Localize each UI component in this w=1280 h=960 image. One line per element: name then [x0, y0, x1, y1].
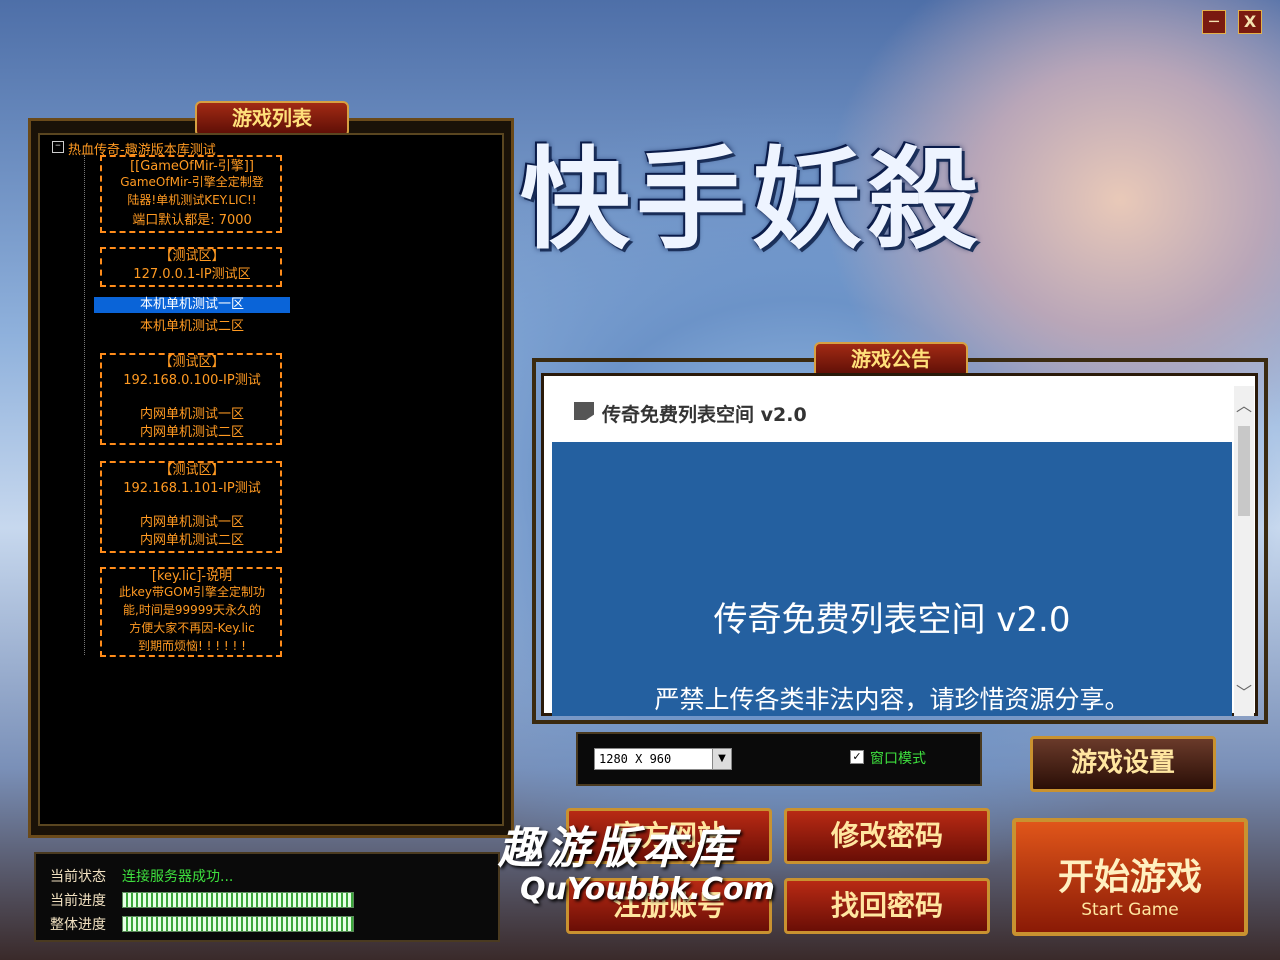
current-progress-label: 当前进度 — [50, 893, 106, 909]
notice-header-text: 传奇免费列表空间 v2.0 — [602, 404, 807, 426]
state-value: 连接服务器成功... — [122, 869, 234, 885]
key-info-line: 方便大家不再因-Key.lic — [129, 621, 255, 635]
group-header: 【测试区】 — [159, 249, 225, 264]
watermark-url: QuYoubbk.Com — [520, 872, 775, 907]
scroll-thumb[interactable] — [1238, 426, 1250, 516]
total-progress-bar — [122, 916, 354, 932]
server-tree[interactable]: − 热血传奇-趣游版本库测试 [[GameOfMir-引擎]] GameOfMi… — [38, 133, 504, 826]
key-info-line: 此key带GOM引擎全定制功 — [118, 585, 266, 599]
bookmark-icon — [574, 402, 594, 420]
group-ip: 192.168.1.101-IP测试 — [123, 481, 261, 496]
resolution-value: 1280 X 960 — [599, 752, 672, 766]
key-info-line: 能,时间是99999天永久的 — [123, 603, 261, 617]
current-progress-bar — [122, 892, 354, 908]
banner-subtitle: 严禁上传各类非法内容，请珍惜资源分享。 — [654, 685, 1130, 714]
watermark-text: 趣游版本库 — [498, 823, 738, 874]
game-settings-button[interactable]: 游戏设置 — [1030, 736, 1216, 792]
window-mode-checkbox[interactable]: ✓ — [850, 750, 864, 764]
banner-title: 传奇免费列表空间 v2.0 — [713, 600, 1071, 640]
recover-password-button[interactable]: 找回密码 — [784, 878, 990, 934]
group-ip: 127.0.0.1-IP测试区 — [133, 267, 251, 282]
notice-header: 传奇免费列表空间 v2.0 — [552, 386, 1232, 443]
start-game-label: 开始游戏 — [1057, 857, 1202, 898]
group-ip: 192.168.0.100-IP测试 — [123, 373, 261, 388]
window-mode-label: 窗口模式 — [870, 751, 926, 767]
info-line: 陆器!单机测试KEY.LIC!! — [127, 193, 257, 207]
start-game-button[interactable]: 开始游戏 Start Game — [1012, 818, 1248, 936]
change-password-button[interactable]: 修改密码 — [784, 808, 990, 864]
close-button[interactable]: X — [1238, 10, 1262, 34]
chevron-down-icon[interactable]: ▼ — [712, 749, 731, 769]
game-logo: 快手妖殺 — [520, 135, 984, 264]
server-item[interactable]: 本机单机测试二区 — [94, 315, 290, 334]
tree-guide-line — [84, 155, 86, 655]
info-line: [[GameOfMir-引擎]] — [130, 159, 254, 174]
key-info-line: [key.lic]-说明 — [151, 569, 233, 584]
info-line: GameOfMir-引擎全定制登 — [120, 175, 264, 189]
settings-bar: 1280 X 960 ▼ ✓ 窗口模式 — [576, 732, 982, 786]
minimize-button[interactable]: ─ — [1202, 10, 1226, 34]
total-progress-label: 整体进度 — [50, 917, 106, 933]
notice-scrollbar[interactable]: ︿ ﹀ — [1234, 386, 1254, 716]
collapse-icon[interactable]: − — [52, 141, 64, 153]
server-item-selected[interactable]: 本机单机测试一区 — [94, 297, 290, 313]
key-info-line: 到期而烦恼! ! ! ! ! ! — [138, 639, 246, 653]
server-item[interactable]: 内网单机测试一区 — [94, 511, 290, 530]
server-item[interactable]: 内网单机测试二区 — [94, 421, 290, 440]
server-item[interactable]: 内网单机测试一区 — [94, 403, 290, 422]
status-panel: 当前状态 连接服务器成功... 当前进度 整体进度 — [34, 852, 500, 942]
resolution-select[interactable]: 1280 X 960 ▼ — [594, 748, 732, 770]
scroll-down-icon[interactable]: ﹀ — [1234, 678, 1254, 708]
server-item[interactable]: 内网单机测试二区 — [94, 529, 290, 548]
notice-panel[interactable]: 传奇免费列表空间 v2.0 传奇免费列表空间 v2.0 严禁上传各类非法内容，请… — [541, 373, 1258, 716]
start-game-sublabel: Start Game — [1081, 900, 1179, 920]
game-list-title: 游戏列表 — [195, 101, 349, 137]
group-header: 【测试区】 — [159, 463, 225, 478]
group-header: 【测试区】 — [159, 355, 225, 370]
info-line: 端口默认都是: 7000 — [132, 213, 252, 228]
scroll-up-icon[interactable]: ︿ — [1234, 386, 1254, 426]
state-label: 当前状态 — [50, 869, 106, 885]
notice-banner: 传奇免费列表空间 v2.0 严禁上传各类非法内容，请珍惜资源分享。 — [552, 442, 1232, 716]
